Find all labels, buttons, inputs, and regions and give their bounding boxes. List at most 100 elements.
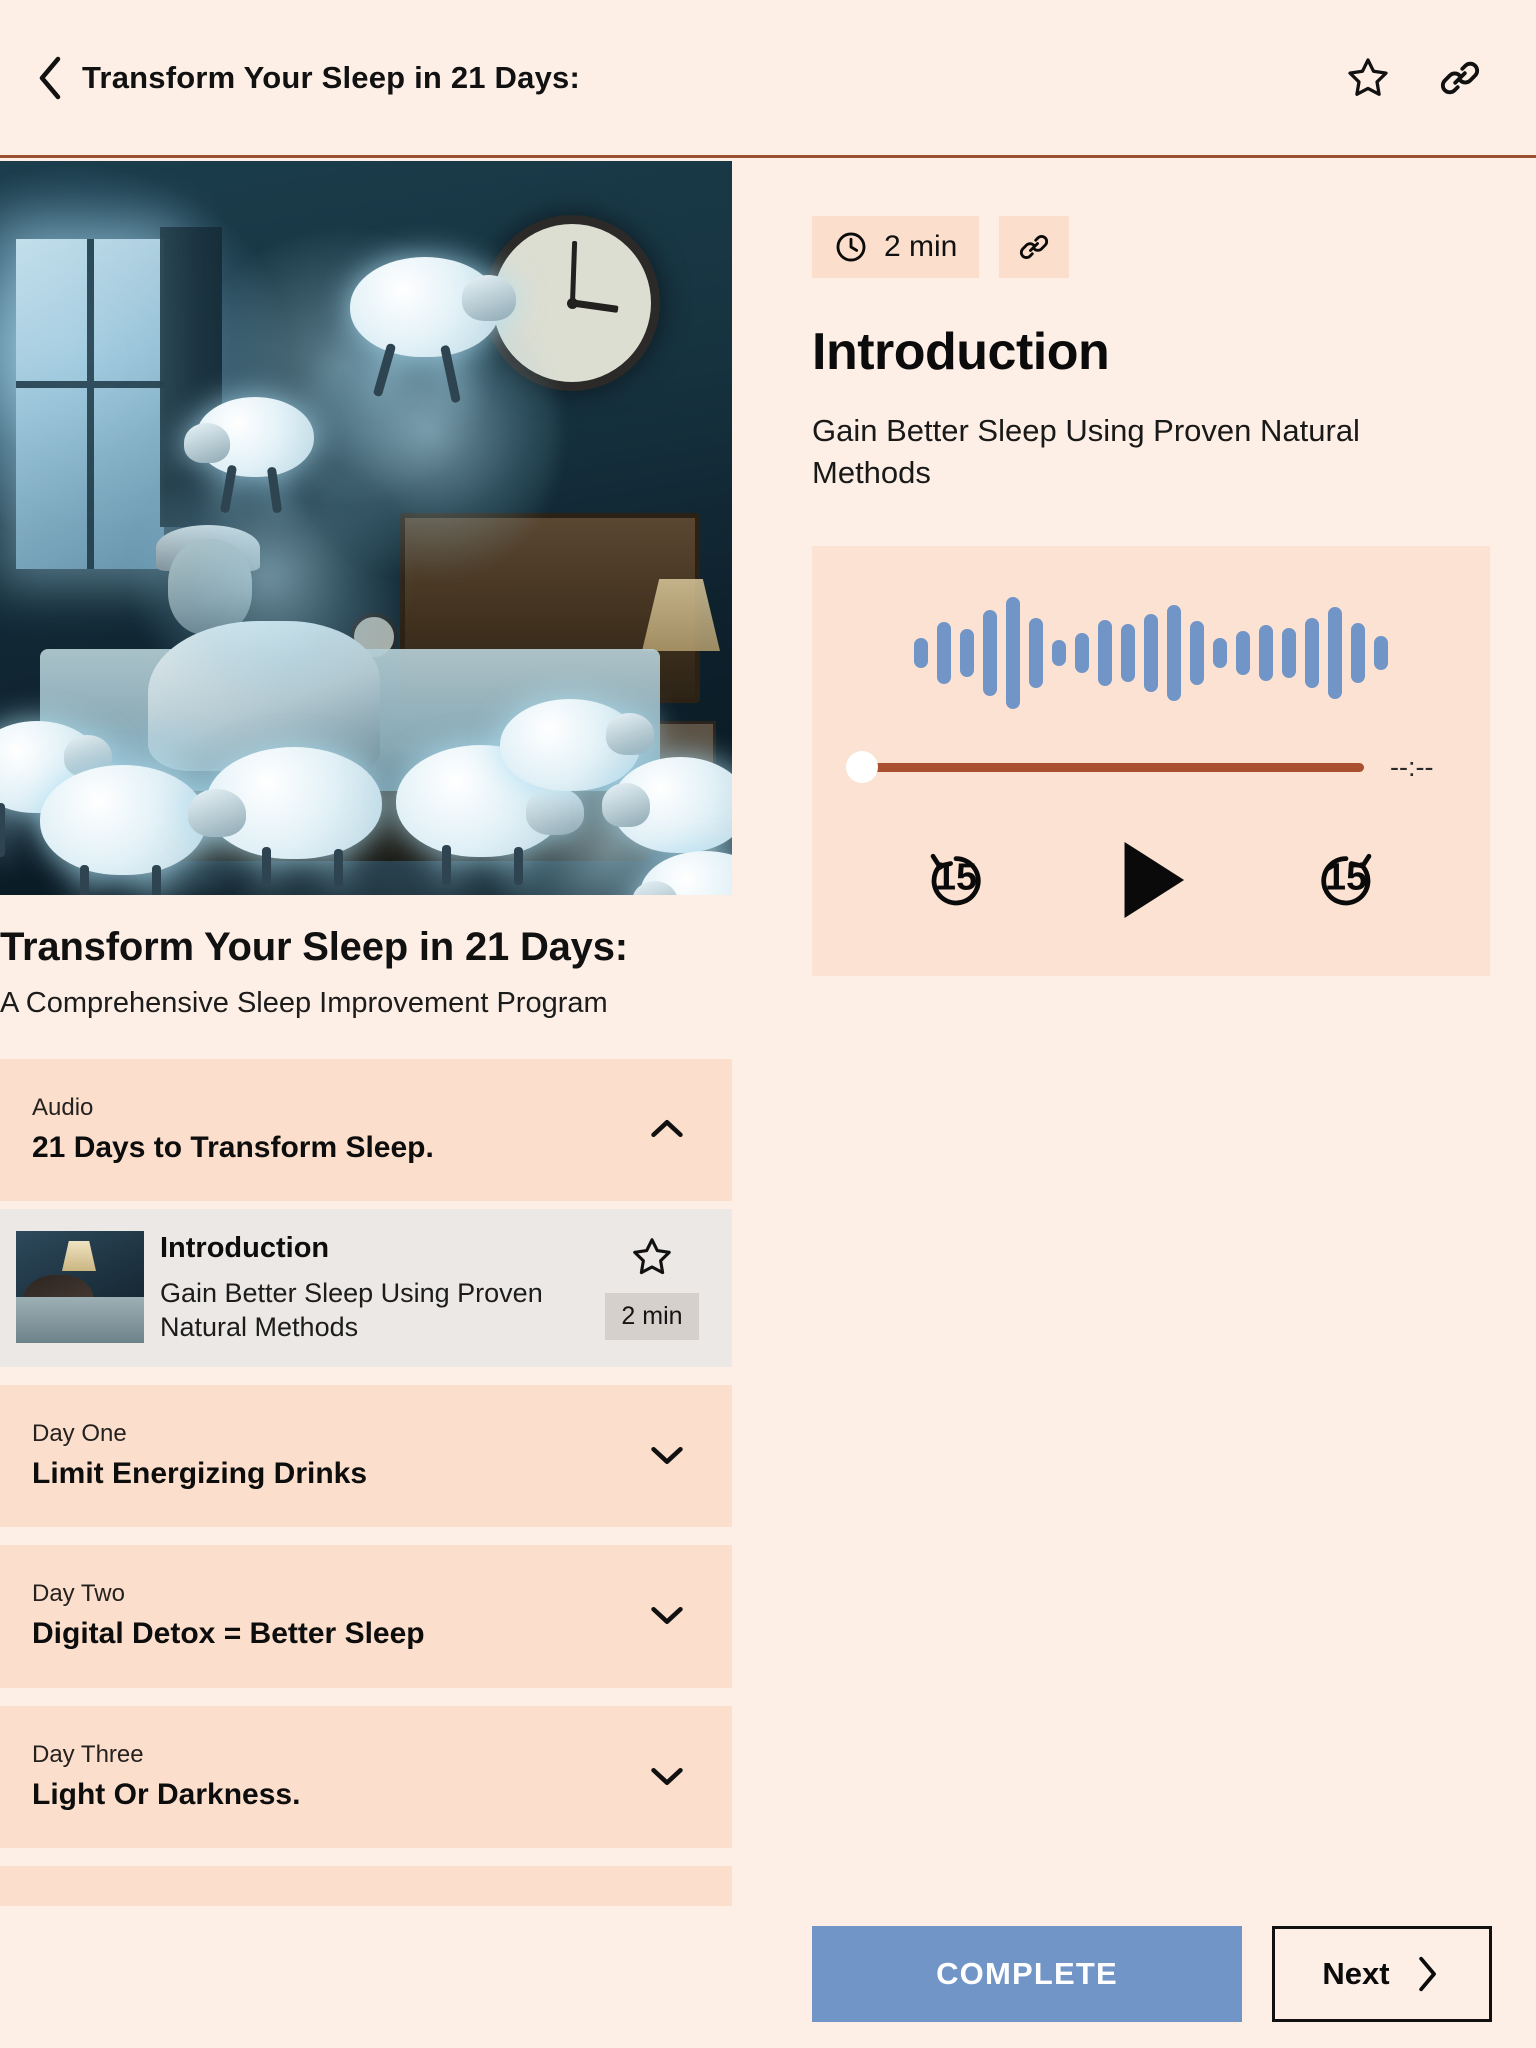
rewind-15-button[interactable]: 15: [918, 842, 994, 918]
section-heading: Digital Detox = Better Sleep: [32, 1617, 425, 1651]
hero-sheep: [184, 397, 314, 514]
forward-15-icon: 15: [1321, 853, 1372, 905]
play-icon: [1124, 841, 1185, 918]
playback-controls: 15 15: [850, 837, 1452, 923]
waveform-bar: [1144, 613, 1158, 692]
complete-button[interactable]: COMPLETE: [812, 1926, 1242, 2022]
current-time-label: --:--: [1390, 751, 1434, 782]
section-heading: 21 Days to Transform Sleep.: [32, 1130, 434, 1164]
course-title: Transform Your Sleep in 21 Days:: [0, 925, 628, 969]
lesson-footer-actions: COMPLETE Next: [812, 1926, 1536, 2022]
star-outline-icon[interactable]: [630, 1235, 674, 1279]
back-button[interactable]: [22, 50, 78, 106]
share-link-button[interactable]: [1432, 50, 1488, 106]
section-eyebrow: Day One: [32, 1419, 127, 1447]
app-header: Transform Your Sleep in 21 Days:: [0, 0, 1536, 158]
duration-badge-label: 2 min: [884, 230, 958, 263]
waveform-bar: [1213, 637, 1227, 668]
waveform-bar: [1052, 639, 1066, 666]
waveform-bar: [1121, 623, 1135, 682]
waveform-bar: [937, 621, 951, 684]
forward-15-label: 15: [1325, 856, 1367, 898]
accordion-section-next-partial[interactable]: [0, 1866, 732, 1907]
thumbnail-blanket: [16, 1296, 144, 1343]
accordion-section-audio[interactable]: Audio 21 Days to Transform Sleep.: [0, 1058, 732, 1201]
chevron-down-icon: [651, 1607, 683, 1625]
waveform-bar: [1328, 606, 1342, 699]
lesson-item-introduction[interactable]: Introduction Gain Better Sleep Using Pro…: [0, 1208, 732, 1367]
sheep-leg: [80, 865, 89, 895]
seek-thumb[interactable]: [846, 751, 878, 784]
star-outline-icon: [1348, 57, 1388, 96]
waveform-bar: [1006, 596, 1020, 709]
lesson-title: Introduction: [160, 1231, 330, 1264]
audio-waveform[interactable]: [850, 546, 1452, 746]
seek-track: [850, 762, 1364, 772]
forward-15-button[interactable]: 15: [1308, 842, 1384, 918]
waveform-bar: [1305, 617, 1319, 688]
clock-icon: [836, 232, 866, 262]
accordion-section-day-three[interactable]: Day Three Light Or Darkness.: [0, 1705, 732, 1849]
duration-badge[interactable]: 2 min: [812, 216, 980, 278]
course-outline: Audio 21 Days to Transform Sleep. Introd…: [0, 1058, 732, 1907]
sheep-head: [462, 275, 516, 321]
page-title: Transform Your Sleep in 21 Days:: [82, 59, 580, 95]
sheep-leg: [152, 865, 161, 895]
section-heading: Limit Energizing Drinks: [32, 1456, 368, 1490]
seek-row: --:--: [846, 751, 1452, 784]
sheep-head: [602, 783, 650, 827]
sheep-leg: [262, 847, 271, 887]
lesson-description: Gain Better Sleep Using Proven Natural M…: [160, 1277, 543, 1343]
lesson-share-button[interactable]: [999, 216, 1070, 278]
chevron-down-icon: [651, 1447, 683, 1465]
waveform-bar: [1098, 619, 1112, 686]
lesson-thumbnail: [16, 1230, 144, 1343]
waveform-bar: [960, 628, 974, 677]
section-heading: Light Or Darkness.: [32, 1777, 301, 1811]
section-eyebrow: Day Three: [32, 1740, 144, 1768]
hero-sheep: [350, 257, 516, 404]
hero-sheep: [632, 851, 732, 895]
hero-sheep: [40, 765, 206, 895]
rewind-15-icon: 15: [930, 853, 981, 905]
play-button[interactable]: [1110, 837, 1192, 923]
sheep-head: [184, 423, 230, 463]
course-subtitle: A Comprehensive Sleep Improvement Progra…: [0, 986, 608, 1019]
sheep-leg: [514, 847, 523, 885]
header-actions: [1340, 50, 1488, 106]
link-icon: [1441, 61, 1479, 94]
waveform-bar: [1282, 627, 1296, 678]
next-button-label: Next: [1322, 1956, 1390, 1991]
sheep-leg: [0, 803, 5, 857]
clock-hour-hand: [571, 299, 619, 313]
sheep-leg: [442, 845, 451, 885]
waveform-bar: [1259, 624, 1273, 681]
chevron-down-icon: [651, 1767, 683, 1785]
lesson-detail-title: Introduction: [812, 323, 1110, 381]
sheep-head: [526, 787, 584, 835]
sheep-body: [40, 765, 206, 875]
lesson-detail-panel: 2 min Introduction Gain Better Sleep Usi…: [812, 161, 1536, 2048]
sheep-head: [606, 713, 654, 755]
section-eyebrow: Day Two: [32, 1580, 125, 1608]
section-eyebrow: Audio: [32, 1093, 94, 1121]
waveform-bar: [914, 637, 928, 668]
waveform-bar: [1351, 622, 1365, 683]
seek-slider[interactable]: [846, 751, 1364, 784]
accordion-section-day-one[interactable]: Day One Limit Energizing Drinks: [0, 1384, 732, 1528]
waveform-bar: [983, 609, 997, 696]
waveform-bar: [1075, 632, 1089, 673]
next-button[interactable]: Next: [1272, 1926, 1492, 2022]
lesson-meta-row: 2 min: [812, 216, 1536, 278]
hero-sheep: [188, 747, 382, 887]
waveform-bar: [1167, 604, 1181, 701]
clock-center-pin: [566, 297, 578, 309]
waveform-bar: [1029, 617, 1043, 688]
accordion-section-day-two[interactable]: Day Two Digital Detox = Better Sleep: [0, 1545, 732, 1688]
waveform-bar: [1374, 635, 1388, 670]
rewind-15-label: 15: [935, 856, 977, 898]
favorite-button[interactable]: [1340, 50, 1396, 106]
hero-sheep: [602, 757, 732, 853]
sheep-leg: [334, 849, 343, 887]
chevron-right-icon: [1418, 1956, 1436, 1992]
